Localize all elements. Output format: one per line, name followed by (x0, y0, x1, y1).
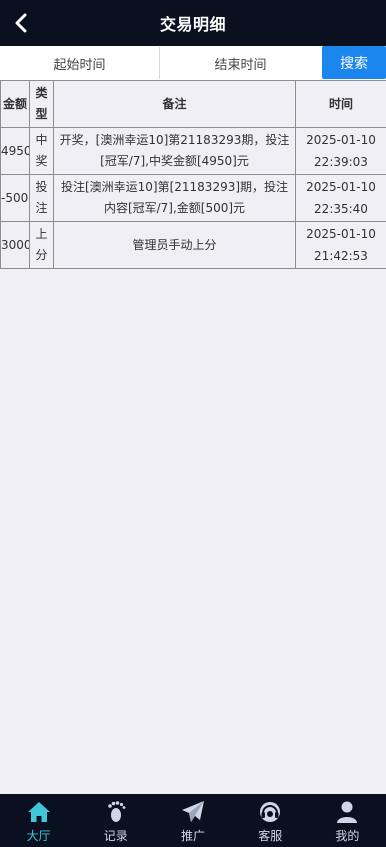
clock-text: 21:42:53 (314, 249, 368, 263)
page-title: 交易明细 (159, 15, 226, 34)
note-cell: 开奖，[澳洲幸运10]第21183293期，投注[冠军/7],中奖金额[4950… (53, 127, 296, 175)
tab-lobby[interactable]: 大厅 (0, 794, 77, 847)
type-cell: 投注 (29, 174, 54, 222)
tab-label: 我的 (335, 829, 360, 843)
search-button[interactable]: 搜索 (322, 46, 386, 79)
note-cell: 投注[澳洲幸运10]第[21183293]期，投注内容[冠军/7],金额[500… (53, 174, 296, 222)
transaction-table: 金额 类型 备注 时间 4950 中奖 开奖，[澳洲幸运10]第21183293… (0, 80, 386, 269)
chevron-left-icon (15, 13, 27, 33)
table-row: 3000 上分 管理员手动上分 2025-01-10 21:42:53 (0, 221, 386, 269)
amount-cell: 3000 (0, 221, 30, 269)
tab-records[interactable]: 记录 (77, 794, 154, 847)
type-cell: 中奖 (29, 127, 54, 175)
column-header-time: 时间 (295, 80, 386, 128)
headset-icon (257, 799, 283, 825)
time-cell: 2025-01-10 22:39:03 (295, 127, 386, 175)
end-time-field[interactable]: 结束时间 (160, 47, 321, 79)
date-filter-bar: 起始时间 结束时间 搜索 (0, 46, 386, 80)
bottom-tab-bar: 大厅 记录 推广 客服 我的 (0, 794, 386, 847)
date-text: 2025-01-10 (306, 227, 376, 241)
tab-label: 客服 (258, 829, 283, 843)
footprint-icon (103, 799, 129, 825)
tab-promote[interactable]: 推广 (154, 794, 231, 847)
table-row: -500 投注 投注[澳洲幸运10]第[21183293]期，投注内容[冠军/7… (0, 174, 386, 222)
date-text: 2025-01-10 (306, 133, 376, 147)
tab-support[interactable]: 客服 (232, 794, 309, 847)
tab-label: 记录 (103, 829, 128, 843)
home-icon (26, 799, 52, 825)
table-row: 4950 中奖 开奖，[澳洲幸运10]第21183293期，投注[冠军/7],中… (0, 127, 386, 175)
note-cell: 管理员手动上分 (53, 221, 296, 269)
clock-text: 22:39:03 (314, 155, 368, 169)
date-text: 2025-01-10 (306, 180, 376, 194)
amount-cell: 4950 (0, 127, 30, 175)
start-time-field[interactable]: 起始时间 (0, 47, 160, 79)
tab-label: 推广 (181, 829, 206, 843)
time-cell: 2025-01-10 22:35:40 (295, 174, 386, 222)
amount-cell: -500 (0, 174, 30, 222)
back-button[interactable] (10, 11, 32, 35)
column-header-amount: 金额 (0, 80, 30, 128)
tab-profile[interactable]: 我的 (309, 794, 386, 847)
type-cell: 上分 (29, 221, 54, 269)
paper-plane-icon (180, 799, 206, 825)
tab-label: 大厅 (26, 829, 51, 843)
column-header-note: 备注 (53, 80, 296, 128)
time-cell: 2025-01-10 21:42:53 (295, 221, 386, 269)
column-header-type: 类型 (29, 80, 54, 128)
top-bar: 交易明细 (0, 0, 386, 46)
table-header-row: 金额 类型 备注 时间 (0, 80, 386, 128)
user-icon (334, 799, 360, 825)
clock-text: 22:35:40 (314, 202, 368, 216)
